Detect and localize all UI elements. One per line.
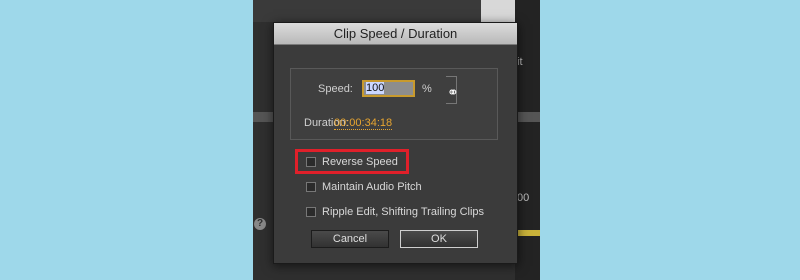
chain-link-icon[interactable]: ⚭ — [447, 84, 459, 101]
help-icon[interactable]: ? — [254, 218, 266, 230]
panel-divider — [515, 112, 540, 122]
maintain-audio-pitch-label: Maintain Audio Pitch — [322, 181, 422, 193]
maintain-audio-pitch-checkbox[interactable] — [306, 182, 316, 192]
speed-unit-label: % — [422, 83, 432, 95]
clip-speed-duration-dialog: Clip Speed / Duration Speed: 100 % ⚭ Dur… — [273, 22, 518, 264]
reverse-speed-checkbox[interactable] — [306, 157, 316, 167]
timeline-marker — [515, 230, 540, 236]
reverse-speed-label: Reverse Speed — [322, 156, 398, 168]
speed-input[interactable]: 100 — [362, 80, 415, 97]
timecode-fragment: 00 — [517, 192, 530, 204]
right-panel — [515, 0, 540, 280]
dialog-title: Clip Speed / Duration — [274, 23, 517, 45]
ripple-edit-checkbox[interactable] — [306, 207, 316, 217]
speed-duration-group — [290, 68, 498, 140]
ok-button[interactable]: OK — [400, 230, 478, 248]
ripple-edit-label: Ripple Edit, Shifting Trailing Clips — [322, 206, 485, 218]
duration-value[interactable]: 00:00:34:18 — [334, 117, 393, 130]
speed-label: Speed: — [318, 83, 353, 95]
cancel-button[interactable]: Cancel — [311, 230, 389, 248]
panel-divider — [253, 112, 273, 122]
